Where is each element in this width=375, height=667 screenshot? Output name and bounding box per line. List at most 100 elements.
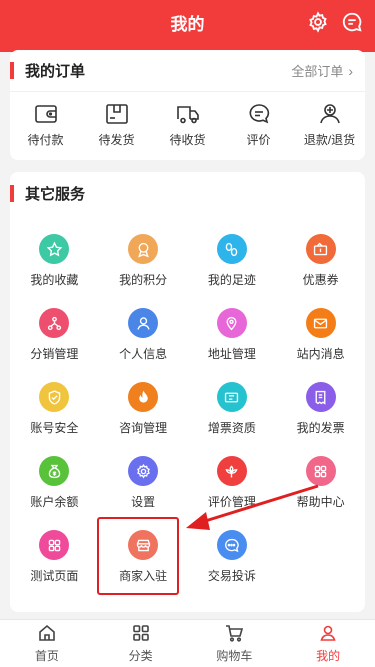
service-settings[interactable]: 设置 bbox=[99, 446, 188, 520]
flame-icon bbox=[128, 382, 159, 412]
service-profile[interactable]: 个人信息 bbox=[99, 298, 188, 372]
service-label: 账户余额 bbox=[30, 495, 79, 509]
moneybag-icon bbox=[39, 456, 70, 486]
section-accent-bar bbox=[10, 184, 14, 202]
service-label: 测试页面 bbox=[30, 569, 79, 583]
complaint-icon bbox=[216, 530, 247, 560]
section-accent-bar bbox=[10, 62, 14, 79]
service-points[interactable]: 我的积分 bbox=[99, 224, 188, 298]
service-label: 优惠券 bbox=[302, 273, 339, 287]
service-complaints[interactable]: 交易投诉 bbox=[188, 520, 277, 594]
service-distribution[interactable]: 分销管理 bbox=[10, 298, 99, 372]
order-item-label: 退款/退货 bbox=[303, 133, 356, 147]
ticket-icon bbox=[216, 382, 247, 412]
location-icon bbox=[216, 308, 247, 338]
service-label: 咨询管理 bbox=[119, 421, 168, 435]
order-item-pending-shipment[interactable]: 待发货 bbox=[81, 102, 152, 148]
services-title: 其它服务 bbox=[25, 185, 86, 203]
tab-home[interactable]: 首页 bbox=[0, 620, 94, 667]
order-item-label: 待收货 bbox=[169, 133, 206, 147]
service-address[interactable]: 地址管理 bbox=[188, 298, 277, 372]
service-label: 我的足迹 bbox=[207, 273, 256, 287]
cart-icon bbox=[226, 625, 244, 642]
category-icon bbox=[132, 625, 149, 641]
service-label: 个人信息 bbox=[119, 347, 168, 361]
invoice-icon bbox=[305, 382, 336, 412]
service-label: 增票资质 bbox=[207, 421, 256, 435]
service-label: 帮助中心 bbox=[296, 495, 345, 509]
order-item-pending-payment[interactable]: 待付款 bbox=[10, 102, 81, 148]
chat-icon[interactable] bbox=[341, 11, 363, 33]
service-review-management[interactable]: 评价管理 bbox=[188, 446, 277, 520]
bottom-tab-bar: 首页 分类 购物车 我的 bbox=[0, 619, 375, 667]
service-label: 设置 bbox=[131, 495, 156, 509]
flower-icon bbox=[216, 456, 247, 486]
truck-icon bbox=[176, 106, 199, 124]
service-messages[interactable]: 站内消息 bbox=[276, 298, 365, 372]
mail-icon bbox=[305, 308, 336, 338]
star-icon bbox=[39, 234, 70, 264]
tab-label: 购物车 bbox=[216, 649, 253, 663]
service-test-page[interactable]: 测试页面 bbox=[10, 520, 99, 594]
tab-label: 分类 bbox=[128, 649, 153, 663]
service-label: 账号安全 bbox=[30, 421, 79, 435]
service-consultation[interactable]: 咨询管理 bbox=[99, 372, 188, 446]
orders-card: 我的订单 全部订单 › 待付款 待发货 待收货 评价 退款/退货 bbox=[10, 50, 365, 160]
orders-title: 我的订单 bbox=[25, 63, 86, 80]
orders-header: 我的订单 全部订单 › bbox=[10, 50, 365, 92]
service-label: 地址管理 bbox=[207, 347, 256, 361]
profile-icon bbox=[320, 625, 336, 641]
services-grid: 我的收藏 我的积分 我的足迹 优惠券 分销管理 个人信息 地址管理 站内消息 账… bbox=[10, 214, 365, 594]
wallet-icon bbox=[34, 105, 57, 123]
all-orders-label: 全部订单 bbox=[291, 64, 344, 79]
service-label: 我的发票 bbox=[296, 421, 345, 435]
order-status-row: 待付款 待发货 待收货 评价 退款/退货 bbox=[10, 92, 365, 158]
comment-icon bbox=[249, 104, 269, 124]
service-vat-qualification[interactable]: 增票资质 bbox=[188, 372, 277, 446]
service-account-security[interactable]: 账号安全 bbox=[10, 372, 99, 446]
services-header: 其它服务 bbox=[10, 172, 365, 214]
medal-icon bbox=[128, 234, 159, 264]
all-orders-link[interactable]: 全部订单 › bbox=[291, 61, 353, 80]
service-footprints[interactable]: 我的足迹 bbox=[188, 224, 277, 298]
service-label: 站内消息 bbox=[296, 347, 345, 361]
service-label: 交易投诉 bbox=[207, 569, 256, 583]
chevron-right-icon: › bbox=[348, 62, 353, 79]
user-icon bbox=[128, 308, 159, 338]
service-invoices[interactable]: 我的发票 bbox=[276, 372, 365, 446]
service-label: 我的积分 bbox=[119, 273, 168, 287]
service-coupons[interactable]: 优惠券 bbox=[276, 224, 365, 298]
gear-icon[interactable] bbox=[307, 11, 329, 33]
tab-label: 首页 bbox=[34, 649, 59, 663]
service-label: 分销管理 bbox=[30, 347, 79, 361]
service-label: 我的收藏 bbox=[30, 273, 79, 287]
grid-icon bbox=[305, 456, 336, 486]
order-item-label: 评价 bbox=[246, 133, 271, 147]
order-item-label: 待发货 bbox=[98, 133, 135, 147]
tab-label: 我的 bbox=[316, 649, 341, 663]
home-icon bbox=[39, 624, 55, 641]
service-help-center[interactable]: 帮助中心 bbox=[276, 446, 365, 520]
refund-icon bbox=[319, 104, 340, 124]
service-label: 评价管理 bbox=[207, 495, 256, 509]
settings-icon bbox=[128, 456, 159, 486]
order-item-pending-receipt[interactable]: 待收货 bbox=[152, 102, 223, 148]
footprint-icon bbox=[216, 234, 247, 264]
package-icon bbox=[105, 104, 128, 124]
annotation-highlight-box bbox=[97, 517, 179, 595]
coupon-icon bbox=[305, 234, 336, 264]
service-favorites[interactable]: 我的收藏 bbox=[10, 224, 99, 298]
apps-icon bbox=[39, 530, 70, 560]
page-title: 我的 bbox=[170, 14, 205, 34]
tab-profile[interactable]: 我的 bbox=[281, 620, 375, 667]
distribution-icon bbox=[39, 308, 70, 338]
shield-icon bbox=[39, 382, 70, 412]
order-item-review[interactable]: 评价 bbox=[223, 102, 294, 148]
service-balance[interactable]: 账户余额 bbox=[10, 446, 99, 520]
order-item-label: 待付款 bbox=[27, 133, 64, 147]
services-card: 其它服务 我的收藏 我的积分 我的足迹 优惠券 分销管理 个人信息 地址管理 站… bbox=[10, 172, 365, 612]
tab-category[interactable]: 分类 bbox=[94, 620, 188, 667]
order-item-refund[interactable]: 退款/退货 bbox=[294, 102, 365, 148]
tab-cart[interactable]: 购物车 bbox=[188, 620, 282, 667]
top-header: 我的 bbox=[0, 0, 375, 44]
